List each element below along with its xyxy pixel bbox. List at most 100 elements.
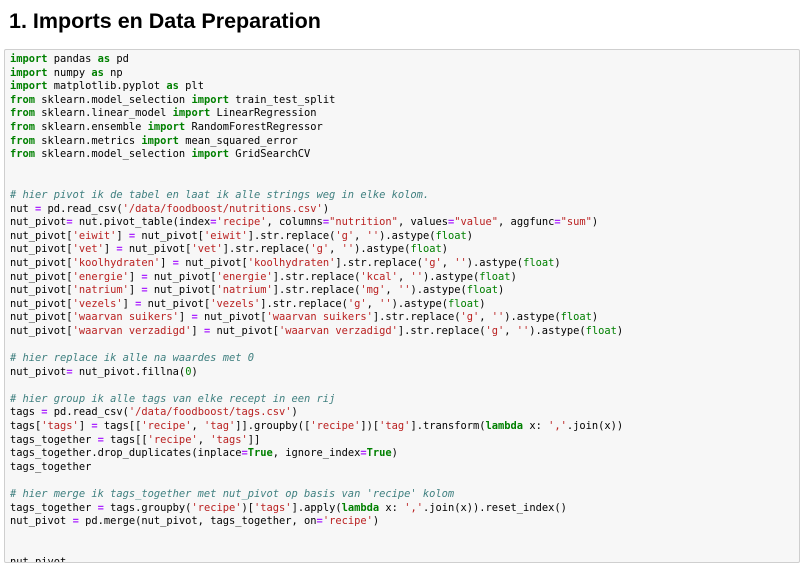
code-line: import matplotlib.pyplot as plt <box>10 80 623 94</box>
code-token: matplotlib.pyplot <box>47 80 167 93</box>
string-token: 'recipe' <box>191 501 242 514</box>
code-token: pd.merge(nut_pivot, tags_together, on <box>78 515 317 528</box>
code-token: train_test_split <box>228 93 336 106</box>
code-token: ] <box>160 256 173 269</box>
code-line: # hier replace ik alle na waardes met 0 <box>10 352 623 366</box>
builtin-token: float <box>479 270 511 283</box>
code-token: , <box>354 229 367 242</box>
string-token: 'g' <box>422 256 442 269</box>
section-heading: 1. Imports en Data Preparation <box>9 9 321 33</box>
string-token: 'energie' <box>72 270 129 283</box>
code-token: x: <box>523 420 549 433</box>
comment-token: # hier group ik alle tags van elke recep… <box>10 392 336 405</box>
string-token: 'recipe' <box>216 216 267 229</box>
string-token: 'vezels' <box>72 297 123 310</box>
string-token: 'eiwit' <box>72 229 117 242</box>
builtin-token: float <box>523 256 555 269</box>
builtin-token: float <box>435 229 467 242</box>
keyword-token: as <box>91 66 104 79</box>
string-token: 'tag' <box>379 420 411 433</box>
code-token: tags.groupby( <box>103 501 192 514</box>
string-token: 'vet' <box>191 243 223 256</box>
code-token: ) <box>591 311 599 324</box>
comment-token: # hier replace ik alle na waardes met 0 <box>10 352 254 365</box>
code-token: pandas <box>47 53 98 65</box>
code-line: nut_pivot['waarvan suikers'] = nut_pivot… <box>10 311 623 325</box>
string-token: 'tag' <box>203 420 236 433</box>
code-line: nut_pivot= nut_pivot.fillna(0) <box>10 366 623 380</box>
code-token: , <box>366 297 380 310</box>
string-token: ',' <box>548 420 567 433</box>
keyword-token: as <box>166 80 179 93</box>
keyword-token: import <box>191 148 229 161</box>
code-token: ].apply( <box>291 501 342 514</box>
code-line: tags['tags'] = tags[['recipe', 'tag']].g… <box>10 420 623 434</box>
code-token: , <box>397 270 411 283</box>
code-line: nut_pivot = pd.merge(nut_pivot, tags_tog… <box>10 515 623 529</box>
code-token: ])[ <box>360 420 380 433</box>
string-token: '' <box>366 229 380 242</box>
builtin-token: float <box>585 324 617 337</box>
string-token: 'recipe' <box>310 420 361 433</box>
code-token: ) <box>441 243 448 256</box>
code-token: ) <box>391 447 398 460</box>
code-token: nut_pivot[ <box>10 284 73 297</box>
builtin-token: float <box>466 284 499 297</box>
code-token: ) <box>591 216 599 229</box>
code-token: numpy <box>47 66 92 79</box>
code-cell[interactable]: import pandas as pd import numpy as np imp… <box>4 49 800 563</box>
keyword-token: True <box>366 447 392 460</box>
code-token: pd <box>110 53 129 65</box>
code-token: ].str.replace( <box>222 243 311 256</box>
code-token: ] <box>122 297 136 310</box>
code-token: ).astype( <box>410 284 467 297</box>
code-line: nut_pivot['waarvan verzadigd'] = nut_piv… <box>10 325 623 339</box>
code-token: , <box>197 433 211 446</box>
string-token: 'natrium' <box>216 284 273 297</box>
code-token: nut_pivot.fillna( <box>72 365 186 378</box>
code-token: ].str.replace( <box>247 229 336 242</box>
code-token: pd.read_csv( <box>47 406 129 419</box>
string-token: 'vezels' <box>210 297 261 310</box>
keyword-token: from <box>10 93 36 106</box>
code-token: nut_pivot[ <box>10 243 73 256</box>
code-token: sklearn.model_selection <box>35 93 192 106</box>
code-token: ] <box>178 311 192 324</box>
code-token: ].str.replace( <box>372 311 461 324</box>
string-token: 'natrium' <box>72 284 129 297</box>
code-token: x: <box>379 501 405 514</box>
keyword-token: from <box>10 107 36 120</box>
code-token: ) <box>291 406 298 419</box>
keyword-token: import <box>10 80 48 93</box>
string-token: 'g' <box>460 311 480 324</box>
code-token: pd.read_csv( <box>41 202 123 215</box>
code-editor[interactable]: import pandas as pd import numpy as np imp… <box>10 53 623 562</box>
code-token: ) <box>510 270 517 283</box>
string-token: '/data/foodboost/nutritions.csv' <box>122 202 323 215</box>
code-token: ) <box>372 515 380 528</box>
code-token: , <box>441 256 455 269</box>
code-token: nut_pivot[ <box>10 324 73 337</box>
string-token: 'g' <box>485 324 505 337</box>
code-token: ).astype( <box>529 324 586 337</box>
code-line: # hier pivot ik de tabel en laat ik alle… <box>10 189 623 203</box>
string-token: ',' <box>404 501 423 514</box>
string-token: "nutrition" <box>329 216 398 229</box>
code-token: nut_pivot[ <box>10 297 73 310</box>
code-token: , values <box>397 216 448 229</box>
code-token: ] <box>116 229 129 242</box>
code-token: RandomForestRegressor <box>185 120 323 133</box>
string-token: "value" <box>454 216 499 229</box>
code-line: from sklearn.ensemble import RandomFores… <box>10 121 623 135</box>
keyword-token: import <box>10 53 48 65</box>
code-token: , ignore_index <box>272 447 361 460</box>
keyword-token: as <box>97 53 111 65</box>
code-token: sklearn.model_selection <box>35 148 192 161</box>
code-token: nut_pivot[ <box>147 270 217 283</box>
string-token: 'waarvan suikers' <box>72 311 179 324</box>
code-token: sklearn.linear_model <box>35 107 173 120</box>
string-token: '' <box>410 270 423 283</box>
